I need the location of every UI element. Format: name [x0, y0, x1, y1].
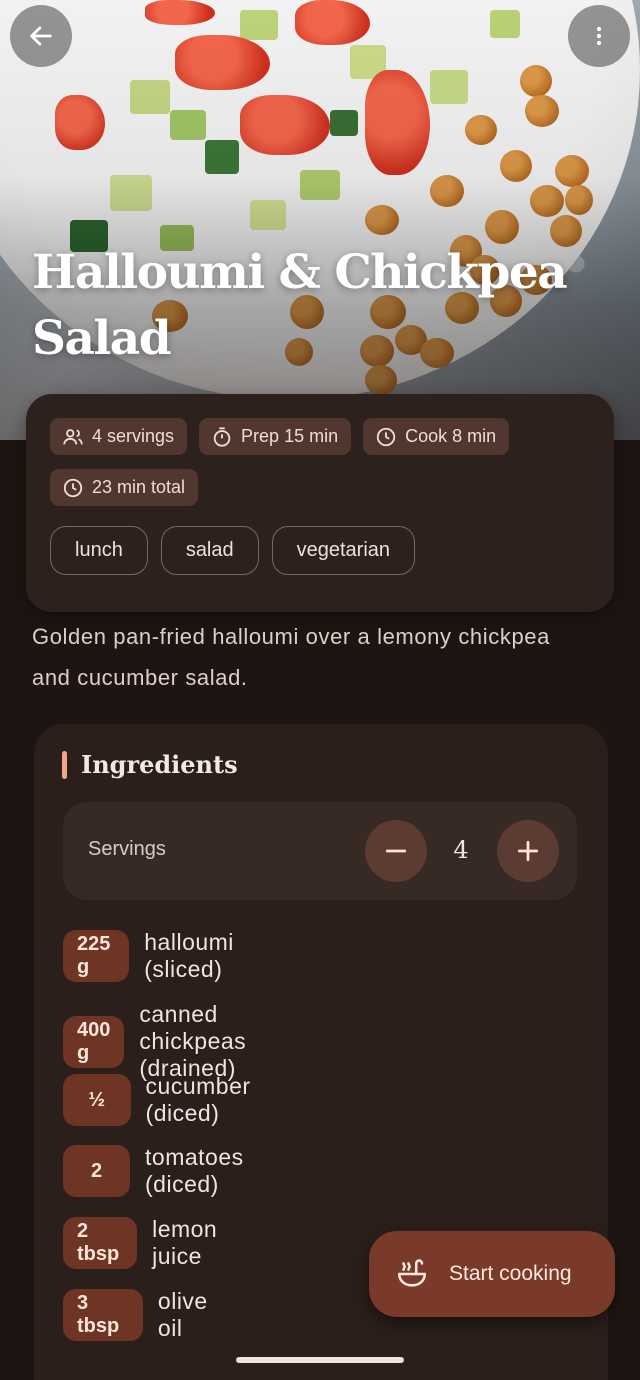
- ingredient-name: canned chickpeas (drained): [139, 1001, 247, 1081]
- start-cooking-button[interactable]: Start cooking: [369, 1231, 615, 1317]
- home-indicator[interactable]: [236, 1357, 404, 1363]
- servings-value: 4: [453, 836, 469, 864]
- ingredient-row: 225 g halloumi (sliced): [63, 929, 256, 983]
- ingredient-row: ½ cucumber (diced): [63, 1073, 270, 1127]
- ingredient-name: cucumber (diced): [145, 1073, 251, 1126]
- ingredient-row: 2 tomatoes (diced): [63, 1144, 264, 1198]
- servings-label: Servings: [88, 838, 166, 860]
- meta-chips: 4 servings Prep 15 min Cook 8 min 23 min…: [50, 418, 570, 506]
- ladle-pot-icon: [397, 1259, 427, 1287]
- ingredient-quantity: 400 g: [63, 1015, 125, 1068]
- ingredient-quantity: 3 tbsp: [63, 1289, 143, 1341]
- ingredient-name: tomatoes (diced): [145, 1144, 244, 1197]
- people-icon: [63, 428, 83, 444]
- ingredients-title: Ingredients: [81, 750, 238, 779]
- cook-time-chip: Cook 8 min: [363, 418, 510, 455]
- servings-chip: 4 servings: [50, 418, 188, 455]
- tag-salad[interactable]: salad: [160, 526, 259, 575]
- plus-icon: [517, 840, 539, 862]
- total-time-label: 23 min total: [92, 477, 186, 497]
- back-button[interactable]: [10, 5, 72, 67]
- arrow-left-icon: [30, 26, 52, 46]
- ingredient-quantity: ½: [63, 1074, 131, 1126]
- tag-lunch[interactable]: lunch: [50, 526, 148, 575]
- servings-stepper: Servings 4: [63, 802, 577, 900]
- prep-time-chip: Prep 15 min: [199, 418, 352, 455]
- recipe-title: Halloumi & Chickpea Salad: [32, 245, 568, 366]
- ingredient-quantity: 2 tbsp: [63, 1217, 138, 1269]
- recipe-meta-card: 4 servings Prep 15 min Cook 8 min 23 min…: [26, 394, 614, 612]
- recipe-hero-image: [0, 0, 640, 440]
- ingredients-heading: Ingredients: [62, 750, 238, 779]
- ingredient-row: 3 tbsp olive oil: [63, 1288, 222, 1342]
- ingredient-name: lemon juice: [152, 1216, 218, 1269]
- clock-icon: [376, 427, 396, 446]
- timer-icon: [213, 426, 231, 447]
- more-vertical-icon: [596, 26, 602, 46]
- ingredient-row: 400 g canned chickpeas (drained): [63, 1001, 273, 1082]
- more-options-button[interactable]: [568, 5, 630, 67]
- cook-time-label: Cook 8 min: [405, 426, 497, 446]
- start-cooking-label: Start cooking: [449, 1262, 572, 1285]
- decrease-servings-button[interactable]: [365, 820, 427, 882]
- ingredient-row: 2 tbsp lemon juice: [63, 1216, 237, 1270]
- servings-chip-label: 4 servings: [92, 426, 175, 446]
- recipe-tags: lunch salad vegetarian: [50, 526, 590, 575]
- ingredient-quantity: 225 g: [63, 930, 130, 982]
- ingredient-name: halloumi (sliced): [144, 929, 234, 982]
- heading-accent-bar: [62, 750, 67, 779]
- recipe-detail-screen: Halloumi & Chickpea Salad 4 servings Pre…: [0, 0, 640, 1380]
- tag-vegetarian[interactable]: vegetarian: [271, 526, 416, 575]
- prep-time-label: Prep 15 min: [241, 426, 339, 446]
- ingredient-quantity: 2: [63, 1145, 131, 1197]
- minus-icon: [385, 849, 407, 853]
- increase-servings-button[interactable]: [497, 820, 559, 882]
- recipe-description: Golden pan-fried halloumi over a lemony …: [32, 624, 550, 690]
- clock-icon: [63, 478, 83, 497]
- total-time-chip: 23 min total: [50, 469, 199, 506]
- ingredient-name: olive oil: [157, 1288, 208, 1341]
